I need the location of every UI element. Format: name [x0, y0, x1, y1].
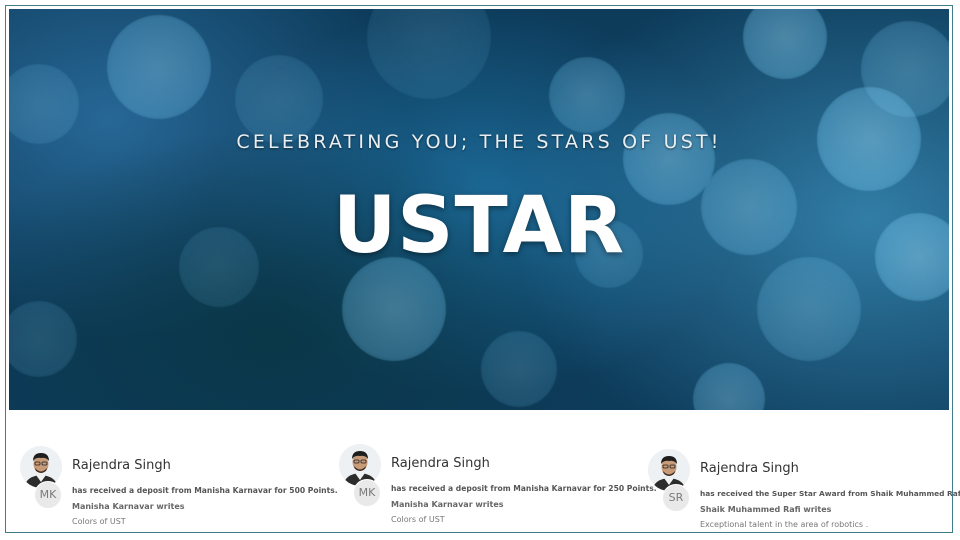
recognition-message: Colors of UST: [391, 515, 445, 524]
bokeh-circle: [367, 9, 491, 99]
writer-label: Manisha Karnavar writes: [72, 502, 185, 511]
recipient-name[interactable]: Rajendra Singh: [72, 458, 171, 473]
hero-title: USTAR: [332, 181, 626, 271]
bokeh-circle: [9, 301, 77, 377]
giver-initials-badge: MK: [353, 479, 381, 507]
bokeh-circle: [757, 257, 861, 361]
hero-banner: CELEBRATING YOU; THE STARS OF UST! USTAR: [9, 9, 949, 410]
feed-card[interactable]: MK Rajendra Singh has received a deposit…: [20, 434, 338, 534]
recipient-name[interactable]: Rajendra Singh: [700, 461, 799, 476]
feed-card[interactable]: MK Rajendra Singh has received a deposit…: [339, 432, 657, 532]
recognition-message: Colors of UST: [72, 517, 126, 526]
app-frame: CELEBRATING YOU; THE STARS OF UST! USTAR…: [5, 5, 960, 534]
recognition-action: has received the Super Star Award from S…: [700, 489, 960, 498]
bokeh-circle: [743, 9, 827, 79]
recognition-action: has received a deposit from Manisha Karn…: [72, 486, 338, 495]
bokeh-circle: [342, 257, 446, 361]
giver-initials-badge: MK: [34, 481, 62, 509]
hero-subtitle: CELEBRATING YOU; THE STARS OF UST!: [236, 131, 722, 153]
bokeh-circle: [107, 15, 211, 119]
bokeh-circle: [549, 57, 625, 133]
recognition-message: Exceptional talent in the area of roboti…: [700, 520, 869, 529]
recipient-name[interactable]: Rajendra Singh: [391, 456, 490, 471]
bokeh-circle: [481, 331, 557, 407]
feed-card[interactable]: SR Rajendra Singh has received the Super…: [648, 437, 960, 537]
giver-initials-badge: SR: [662, 484, 690, 512]
bokeh-circle: [235, 55, 323, 143]
recognition-action: has received a deposit from Manisha Karn…: [391, 484, 657, 493]
writer-label: Shaik Muhammed Rafi writes: [700, 505, 832, 514]
bokeh-circle: [693, 363, 765, 410]
writer-label: Manisha Karnavar writes: [391, 500, 504, 509]
